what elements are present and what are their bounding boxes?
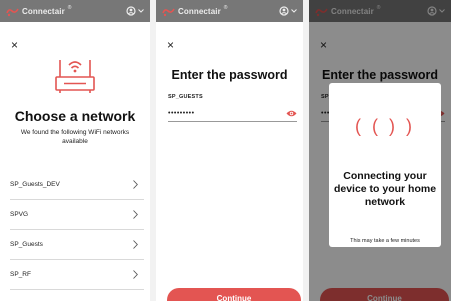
connecting-screen: Connectair® × Enter the password SP_ •••… [309,0,451,301]
close-icon[interactable]: × [167,39,174,51]
chevron-down-icon [138,9,144,13]
connecting-spinner-icon: ( ( ) ) [355,116,415,136]
user-icon [279,6,289,16]
chevron-right-icon [133,270,138,279]
eye-icon[interactable] [286,110,297,117]
network-ssid: SP_RF [10,271,31,278]
connectair-logo-icon [162,8,175,16]
chevron-down-icon [291,9,297,13]
chevron-right-icon [133,210,138,219]
password-value[interactable]: ••••••••• [168,110,195,117]
app-topbar: Connectair ® [156,0,303,22]
network-ssid-label: SP_GUESTS [168,94,203,100]
brand-name: Connectair [22,6,65,16]
network-item[interactable]: SP_RF [10,260,144,290]
brand: Connectair ® [6,5,72,17]
page-subtitle: We found the following WiFi networks ava… [20,129,130,145]
network-ssid: SPVG [10,211,29,218]
user-icon [126,6,136,16]
connecting-modal: ( ( ) ) Connecting your device to your h… [329,83,441,247]
modal-note: This may take a few minutes [350,238,420,244]
registered-mark: ® [67,5,72,11]
page-title: Enter the password [171,68,288,82]
network-list: SP_Guests_DEV SPVG SP_Guests SP_RF [10,170,144,290]
brand-name: Connectair [178,6,221,16]
network-item[interactable]: SP_Guests_DEV [10,170,144,200]
password-field[interactable]: ••••••••• [168,106,297,122]
account-menu[interactable] [279,6,297,16]
bottom-sheet: × Choose a network We found the followin… [0,29,150,301]
app-topbar: Connectair ® [0,0,150,22]
network-item[interactable]: SPVG [10,200,144,230]
connectair-logo-icon [6,8,19,16]
continue-button[interactable]: Continue [167,288,301,301]
registered-mark: ® [223,5,228,11]
close-icon[interactable]: × [11,39,18,51]
router-icon [55,60,95,93]
network-ssid: SP_Guests [10,241,43,248]
chevron-right-icon [133,180,138,189]
page-title: Choose a network [14,108,136,124]
modal-title: Connecting your device to your home netw… [333,170,437,208]
bottom-sheet: × Enter the password SP_GUESTS ••••••••• [156,29,303,301]
network-ssid: SP_Guests_DEV [10,181,60,188]
enter-password-screen: Connectair ® × Enter the password SP_GUES… [156,0,303,301]
brand: Connectair ® [162,5,228,17]
chevron-right-icon [133,240,138,249]
account-menu[interactable] [126,6,144,16]
choose-network-screen: Connectair ® × Choose a network We found … [0,0,150,301]
network-item[interactable]: SP_Guests [10,230,144,260]
